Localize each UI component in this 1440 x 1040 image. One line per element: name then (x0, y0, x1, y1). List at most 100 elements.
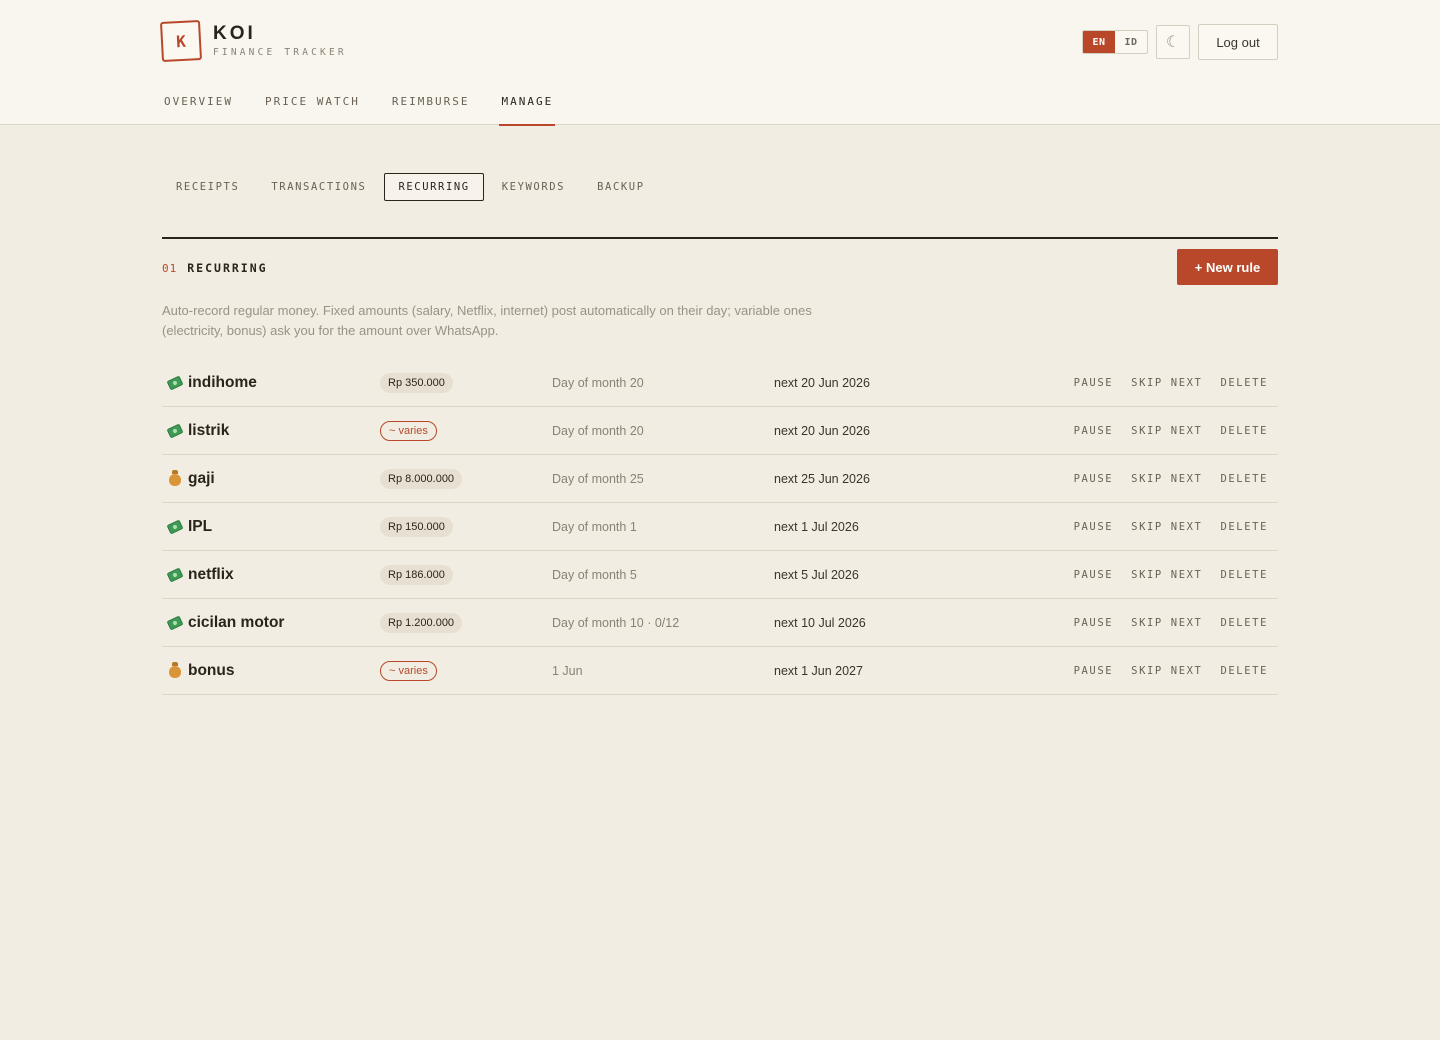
rule-row: gaji Rp 8.000.000 Day of month 25 next 2… (162, 455, 1278, 503)
pause-button[interactable]: PAUSE (1074, 665, 1114, 677)
new-rule-button[interactable]: + New rule (1177, 249, 1278, 285)
theme-toggle-button[interactable]: ☾ (1156, 25, 1190, 59)
pause-button[interactable]: PAUSE (1074, 473, 1114, 485)
section-number: 01 (162, 261, 178, 275)
section-heading: 01 RECURRING (162, 261, 268, 275)
rule-schedule: Day of month 25 (552, 471, 644, 486)
skip-next-button[interactable]: SKIP NEXT (1131, 569, 1202, 581)
pause-button[interactable]: PAUSE (1074, 569, 1114, 581)
tab-backup[interactable]: BACKUP (583, 173, 659, 201)
money-icon (166, 375, 184, 390)
rule-amount: Rp 150.000 (380, 503, 453, 550)
rule-name: cicilan motor (188, 613, 285, 631)
skip-next-button[interactable]: SKIP NEXT (1131, 473, 1202, 485)
rule-amount: Rp 186.000 (380, 551, 453, 598)
amount-badge: ~ varies (380, 420, 437, 441)
rule-row: listrik ~ varies Day of month 20 next 20… (162, 407, 1278, 455)
tab-receipts[interactable]: RECEIPTS (162, 173, 253, 201)
nav-manage[interactable]: MANAGE (499, 92, 555, 126)
recurring-rules-list: indihome Rp 350.000 Day of month 20 next… (162, 359, 1278, 695)
rule-next-date: next 1 Jul 2026 (774, 519, 859, 534)
language-toggle: EN ID (1082, 30, 1148, 54)
rule-next-date: next 1 Jun 2027 (774, 663, 863, 678)
pause-button[interactable]: PAUSE (1074, 425, 1114, 437)
amount-badge: Rp 186.000 (380, 564, 453, 585)
delete-button[interactable]: DELETE (1220, 521, 1268, 533)
amount-badge: Rp 150.000 (380, 516, 453, 537)
skip-next-button[interactable]: SKIP NEXT (1131, 425, 1202, 437)
rule-name: netflix (188, 565, 234, 583)
rule-row: indihome Rp 350.000 Day of month 20 next… (162, 359, 1278, 407)
money-icon (166, 519, 184, 534)
rule-icon (166, 359, 184, 406)
rule-actions: PAUSE SKIP NEXT DELETE (1056, 455, 1268, 502)
logout-button[interactable]: Log out (1198, 24, 1278, 60)
delete-button[interactable]: DELETE (1220, 617, 1268, 629)
money-icon (166, 423, 184, 438)
rule-icon (166, 599, 184, 646)
amount-badge: ~ varies (380, 660, 437, 681)
nav-overview[interactable]: OVERVIEW (164, 92, 233, 125)
lang-en-button[interactable]: EN (1083, 31, 1115, 53)
rule-schedule: Day of month 10 · 0/12 (552, 615, 680, 630)
rule-icon (166, 503, 184, 550)
tab-transactions[interactable]: TRANSACTIONS (257, 173, 380, 201)
rule-row: bonus ~ varies 1 Jun next 1 Jun 2027 PAU… (162, 647, 1278, 695)
money-bag-icon (169, 470, 181, 486)
delete-button[interactable]: DELETE (1220, 569, 1268, 581)
money-icon (166, 615, 184, 630)
app-header: K KOI FINANCE TRACKER EN ID ☾ Log out OV… (0, 0, 1440, 126)
skip-next-button[interactable]: SKIP NEXT (1131, 377, 1202, 389)
brand-tagline: FINANCE TRACKER (213, 47, 347, 58)
rule-icon (166, 407, 184, 454)
pause-button[interactable]: PAUSE (1074, 617, 1114, 629)
rule-amount: Rp 8.000.000 (380, 455, 463, 502)
rule-actions: PAUSE SKIP NEXT DELETE (1056, 359, 1268, 406)
skip-next-button[interactable]: SKIP NEXT (1131, 617, 1202, 629)
delete-button[interactable]: DELETE (1220, 473, 1268, 485)
rule-actions: PAUSE SKIP NEXT DELETE (1056, 551, 1268, 598)
rule-schedule: Day of month 1 (552, 519, 637, 534)
rule-actions: PAUSE SKIP NEXT DELETE (1056, 503, 1268, 550)
brand-text: KOI FINANCE TRACKER (213, 23, 347, 59)
rule-actions: PAUSE SKIP NEXT DELETE (1056, 599, 1268, 646)
nav-price-watch[interactable]: PRICE WATCH (265, 92, 360, 125)
brand-name: KOI (213, 23, 256, 44)
rule-name: gaji (188, 469, 215, 487)
section-description: Auto-record regular money. Fixed amounts… (162, 303, 812, 338)
lang-id-button[interactable]: ID (1115, 31, 1147, 53)
rule-amount: Rp 1.200.000 (380, 599, 463, 646)
rule-actions: PAUSE SKIP NEXT DELETE (1056, 407, 1268, 454)
amount-badge: Rp 8.000.000 (380, 468, 463, 489)
main-nav: OVERVIEW PRICE WATCH REIMBURSE MANAGE (164, 92, 585, 126)
pause-button[interactable]: PAUSE (1074, 521, 1114, 533)
delete-button[interactable]: DELETE (1220, 425, 1268, 437)
rule-name: indihome (188, 373, 257, 391)
rule-next-date: next 20 Jun 2026 (774, 375, 870, 390)
section-title: RECURRING (187, 261, 268, 275)
rule-row: cicilan motor Rp 1.200.000 Day of month … (162, 599, 1278, 647)
money-bag-icon (169, 662, 181, 678)
rule-amount: ~ varies (380, 407, 437, 454)
delete-button[interactable]: DELETE (1220, 665, 1268, 677)
skip-next-button[interactable]: SKIP NEXT (1131, 521, 1202, 533)
rule-amount: ~ varies (380, 647, 437, 694)
tab-recurring[interactable]: RECURRING (384, 173, 484, 201)
skip-next-button[interactable]: SKIP NEXT (1131, 665, 1202, 677)
nav-reimburse[interactable]: REIMBURSE (392, 92, 470, 125)
rule-icon (166, 647, 184, 694)
rule-schedule: 1 Jun (552, 663, 583, 678)
rule-name: listrik (188, 421, 230, 439)
pause-button[interactable]: PAUSE (1074, 377, 1114, 389)
rule-row: netflix Rp 186.000 Day of month 5 next 5… (162, 551, 1278, 599)
money-icon (166, 567, 184, 582)
rule-name: IPL (188, 517, 213, 535)
rule-schedule: Day of month 5 (552, 567, 637, 582)
rule-next-date: next 25 Jun 2026 (774, 471, 870, 486)
rule-next-date: next 10 Jul 2026 (774, 615, 866, 630)
amount-badge: Rp 1.200.000 (380, 612, 463, 633)
brand[interactable]: K KOI FINANCE TRACKER (159, 19, 347, 63)
rule-icon (166, 551, 184, 598)
tab-keywords[interactable]: KEYWORDS (488, 173, 579, 201)
delete-button[interactable]: DELETE (1220, 377, 1268, 389)
